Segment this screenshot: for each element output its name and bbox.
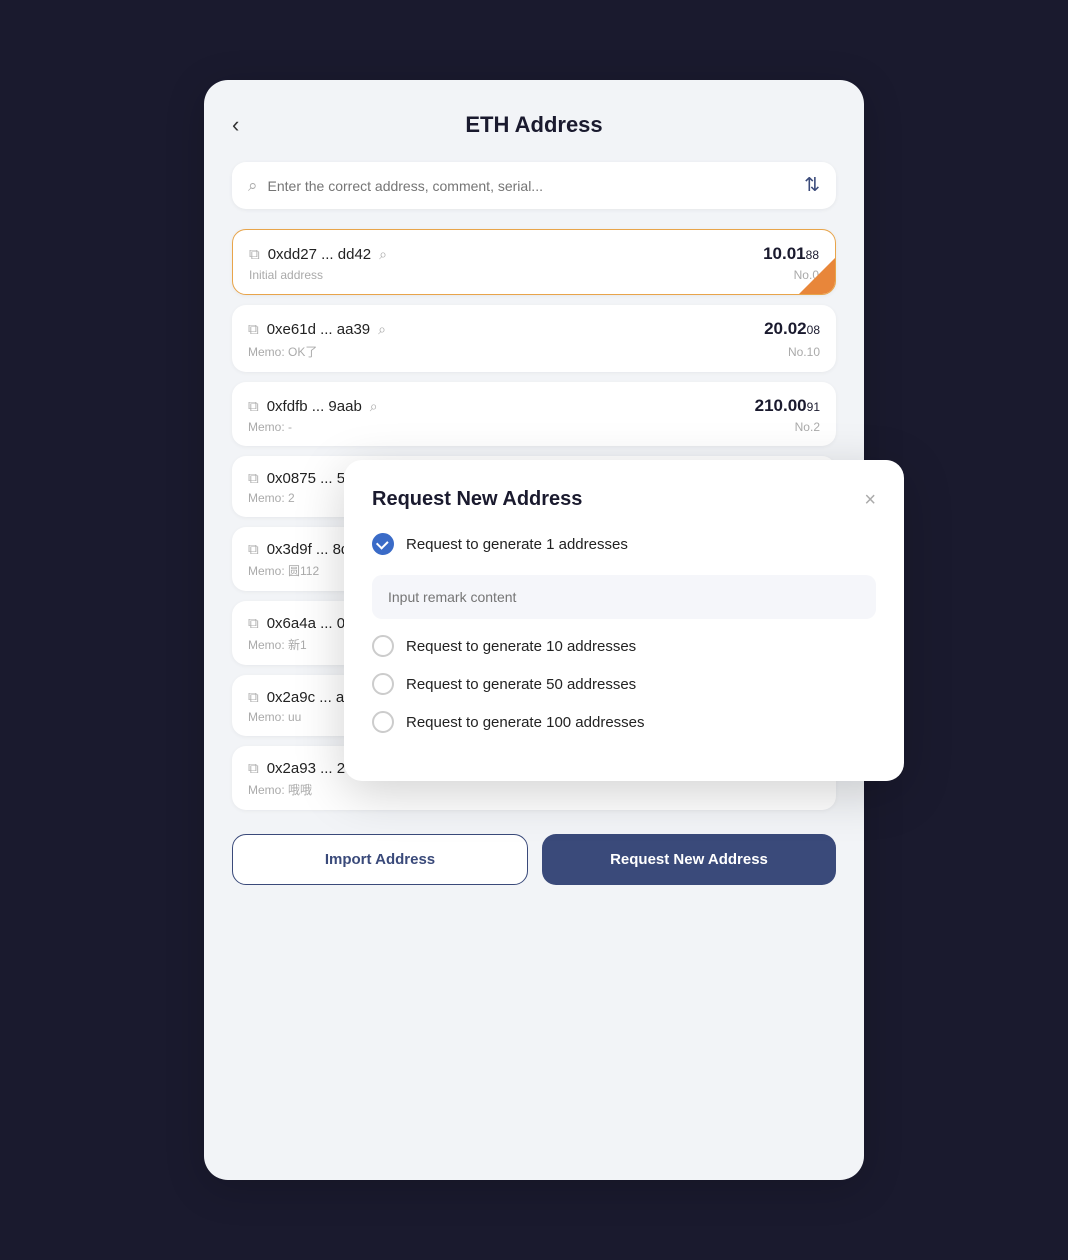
back-button[interactable]: ‹ — [232, 114, 239, 136]
memo-text: Initial address — [249, 268, 323, 282]
radio-label: Request to generate 100 addresses — [406, 714, 645, 731]
remark-input[interactable] — [372, 575, 876, 619]
search-icon: ⌕ — [248, 176, 258, 196]
copy-icon[interactable]: ⧉ — [248, 541, 259, 558]
address-item[interactable]: ⧉ 0xe61d ... aa39 ⌕ 20.0208 Memo: OK了 No… — [232, 305, 836, 372]
no-badge: No.2 — [795, 420, 820, 434]
page-title: ETH Address — [465, 112, 602, 138]
address-item[interactable]: ⧉ 0xfdfb ... 9aab ⌕ 210.0091 Memo: - No.… — [232, 382, 836, 446]
address-text: 0xe61d ... aa39 — [267, 321, 370, 338]
memo-text: Memo: 2 — [248, 491, 295, 505]
modal-options: Request to generate 1 addresses Request … — [372, 533, 876, 733]
copy-icon[interactable]: ⧉ — [248, 689, 259, 706]
import-address-button[interactable]: Import Address — [232, 834, 528, 885]
radio-unchecked-icon — [372, 711, 394, 733]
radio-label: Request to generate 1 addresses — [406, 536, 628, 553]
memo-text: Memo: 新1 — [248, 636, 307, 653]
active-corner-badge — [799, 258, 835, 294]
search-input[interactable] — [268, 178, 795, 194]
modal-close-button[interactable]: × — [864, 490, 876, 510]
address-item[interactable]: ⧉ 0xdd27 ... dd42 ⌕ 10.0188 Initial addr… — [232, 229, 836, 295]
radio-option[interactable]: Request to generate 1 addresses — [372, 533, 876, 555]
no-badge: No.10 — [788, 345, 820, 359]
memo-text: Memo: uu — [248, 710, 301, 724]
copy-icon[interactable]: ⧉ — [248, 760, 259, 777]
modal-overlay: Request New Address × Request to generat… — [344, 460, 904, 781]
main-card: ‹ ETH Address ⌕ ⇅ ⧉ 0xdd27 ... dd42 ⌕ 10… — [204, 80, 864, 1180]
header: ‹ ETH Address — [232, 112, 836, 138]
radio-label: Request to generate 50 addresses — [406, 676, 636, 693]
radio-checked-icon — [372, 533, 394, 555]
radio-label: Request to generate 10 addresses — [406, 638, 636, 655]
radio-unchecked-icon — [372, 673, 394, 695]
search-address-icon[interactable]: ⌕ — [378, 321, 386, 338]
memo-text: Memo: - — [248, 420, 292, 434]
copy-icon[interactable]: ⧉ — [248, 398, 259, 415]
radio-unchecked-icon — [372, 635, 394, 657]
search-bar: ⌕ ⇅ — [232, 162, 836, 209]
radio-option[interactable]: Request to generate 100 addresses — [372, 711, 876, 733]
memo-text: Memo: OK了 — [248, 343, 317, 360]
footer-buttons: Import Address Request New Address — [232, 834, 836, 885]
address-text: 0xdd27 ... dd42 — [268, 246, 371, 263]
memo-text: Memo: 哦哦 — [248, 781, 312, 798]
radio-option[interactable]: Request to generate 50 addresses — [372, 673, 876, 695]
search-address-icon[interactable]: ⌕ — [370, 398, 378, 415]
copy-icon[interactable]: ⧉ — [248, 321, 259, 338]
modal-card: Request New Address × Request to generat… — [344, 460, 904, 781]
address-text: 0xfdfb ... 9aab — [267, 398, 362, 415]
modal-header: Request New Address × — [372, 488, 876, 511]
memo-text: Memo: 圆112 — [248, 562, 319, 579]
request-new-address-button[interactable]: Request New Address — [542, 834, 836, 885]
radio-option[interactable]: Request to generate 10 addresses — [372, 635, 876, 657]
search-address-icon[interactable]: ⌕ — [379, 246, 387, 263]
copy-icon[interactable]: ⧉ — [248, 615, 259, 632]
copy-icon[interactable]: ⧉ — [248, 470, 259, 487]
modal-title: Request New Address — [372, 488, 582, 511]
filter-icon[interactable]: ⇅ — [804, 174, 820, 197]
copy-icon[interactable]: ⧉ — [249, 246, 260, 263]
